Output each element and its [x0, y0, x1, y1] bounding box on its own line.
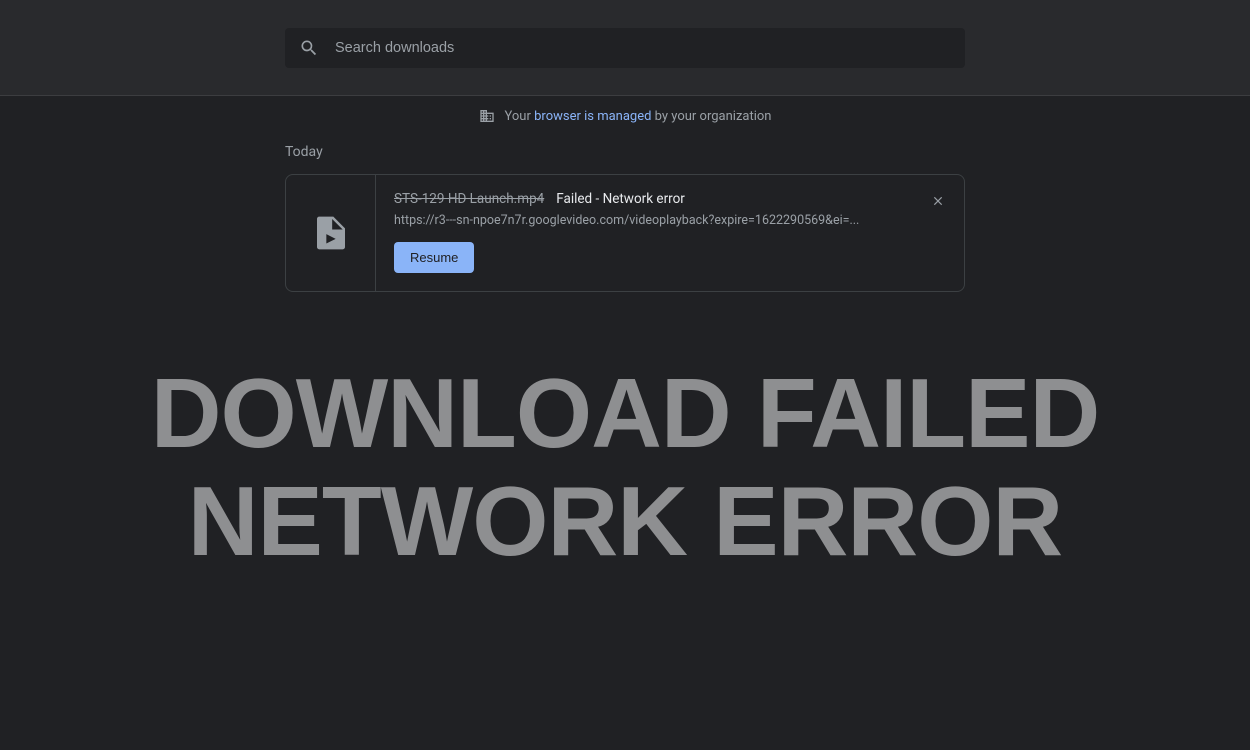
managed-text: Your browser is managed by your organiza… — [505, 109, 772, 124]
managed-link[interactable]: browser is managed — [534, 109, 651, 124]
building-icon — [479, 108, 495, 124]
overlay-line-1: DOWNLOAD FAILED — [0, 360, 1250, 468]
search-box[interactable] — [285, 28, 965, 68]
download-filename: STS-129 HD Launch.mp4 — [394, 191, 544, 207]
topbar — [0, 0, 1250, 96]
file-icon-column — [286, 175, 376, 291]
search-input[interactable] — [335, 40, 951, 56]
download-details: STS-129 HD Launch.mp4 Failed - Network e… — [376, 175, 926, 291]
section-label: Today — [285, 144, 965, 160]
overlay-line-2: NETWORK ERROR — [0, 468, 1250, 576]
video-file-icon — [317, 216, 345, 250]
download-card: STS-129 HD Launch.mp4 Failed - Network e… — [285, 174, 965, 292]
close-icon — [931, 194, 945, 208]
overlay-caption: DOWNLOAD FAILED NETWORK ERROR — [0, 360, 1250, 576]
managed-suffix: by your organization — [651, 109, 771, 124]
managed-prefix: Your — [505, 109, 535, 124]
managed-notice: Your browser is managed by your organiza… — [0, 96, 1250, 136]
resume-button[interactable]: Resume — [394, 242, 474, 273]
search-icon — [299, 38, 319, 58]
download-url: https://r3---sn-npoe7n7r.googlevideo.com… — [394, 213, 908, 228]
download-status: Failed - Network error — [556, 191, 685, 207]
downloads-content: Today STS-129 HD Launch.mp4 Failed - Net… — [285, 144, 965, 292]
remove-download-button[interactable] — [926, 189, 950, 213]
